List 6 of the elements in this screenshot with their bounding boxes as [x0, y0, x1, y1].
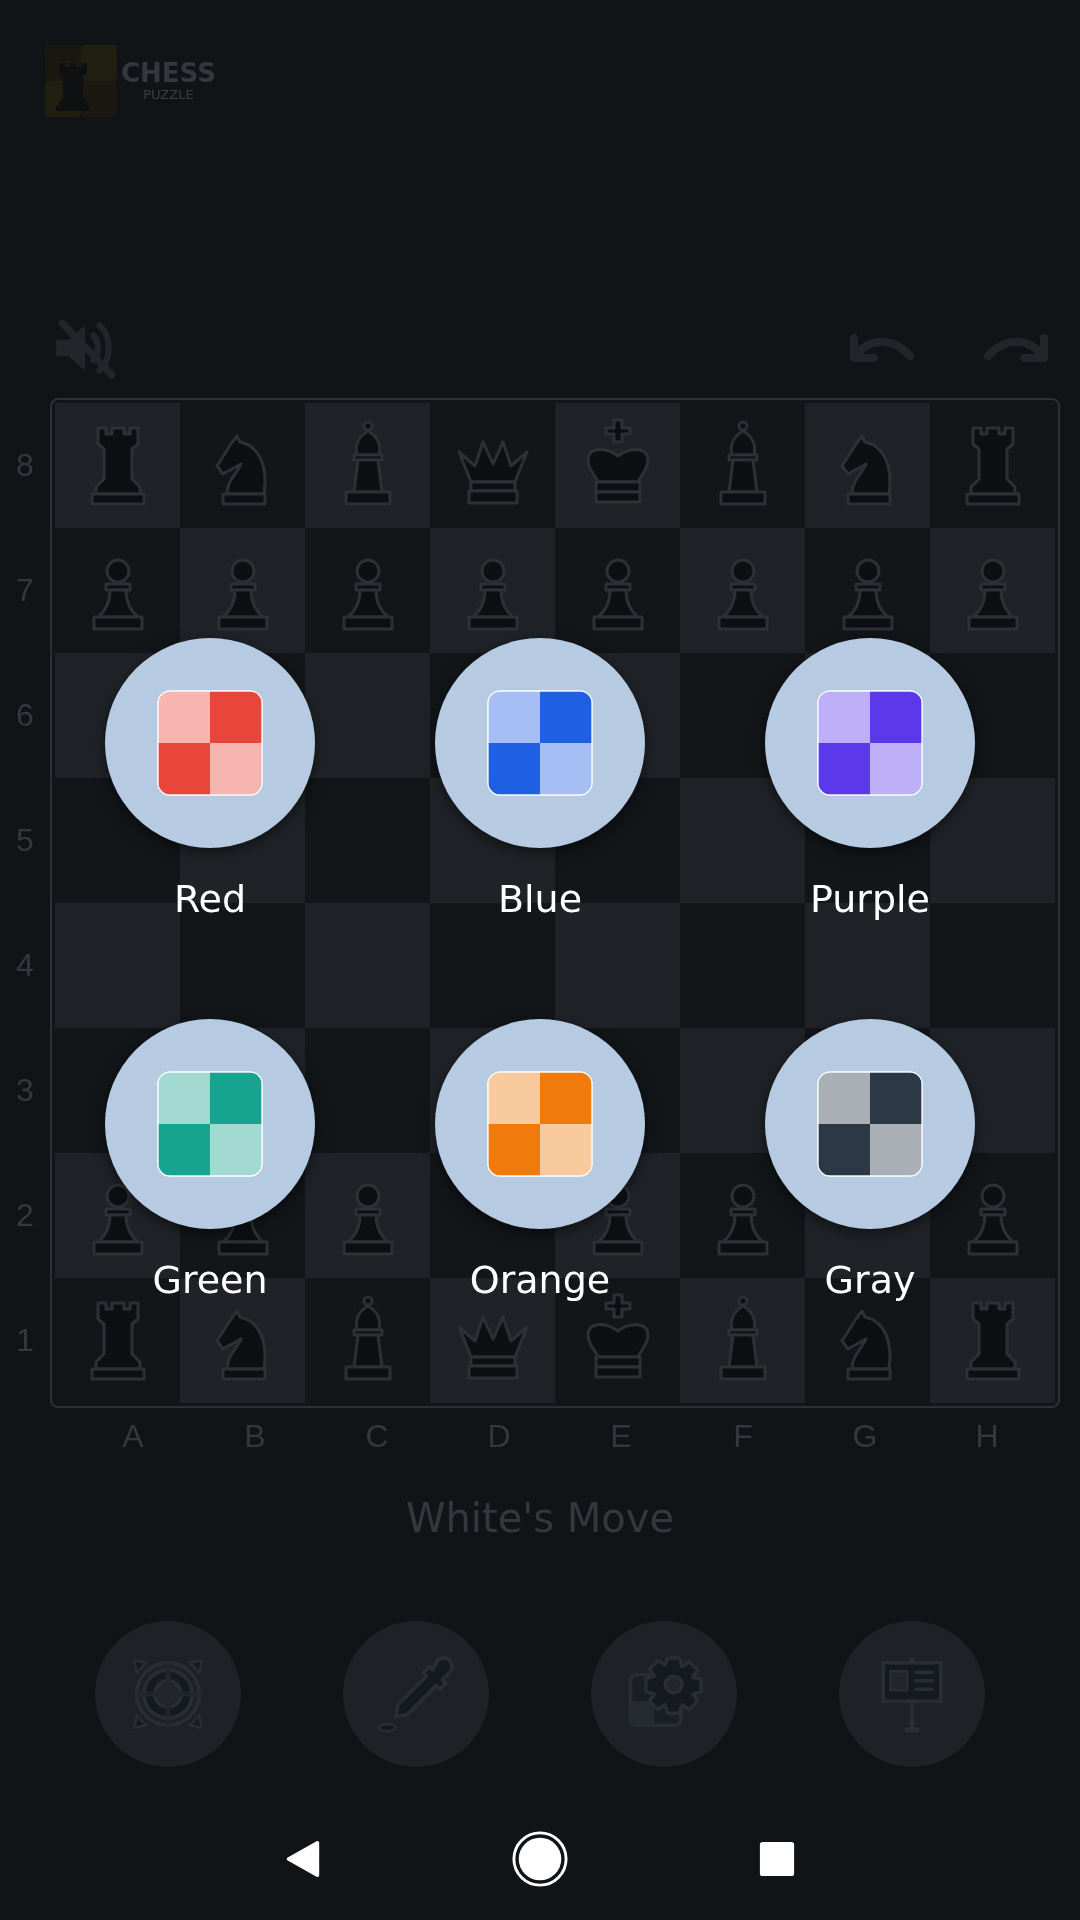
- theme-option-label: Gray: [824, 1257, 916, 1303]
- theme-option-label: Orange: [469, 1257, 611, 1303]
- theme-option-label: Blue: [497, 876, 583, 922]
- theme-option-label: Green: [152, 1257, 268, 1303]
- theme-option-label: Purple: [810, 876, 930, 922]
- theme-option-label: Red: [173, 876, 247, 922]
